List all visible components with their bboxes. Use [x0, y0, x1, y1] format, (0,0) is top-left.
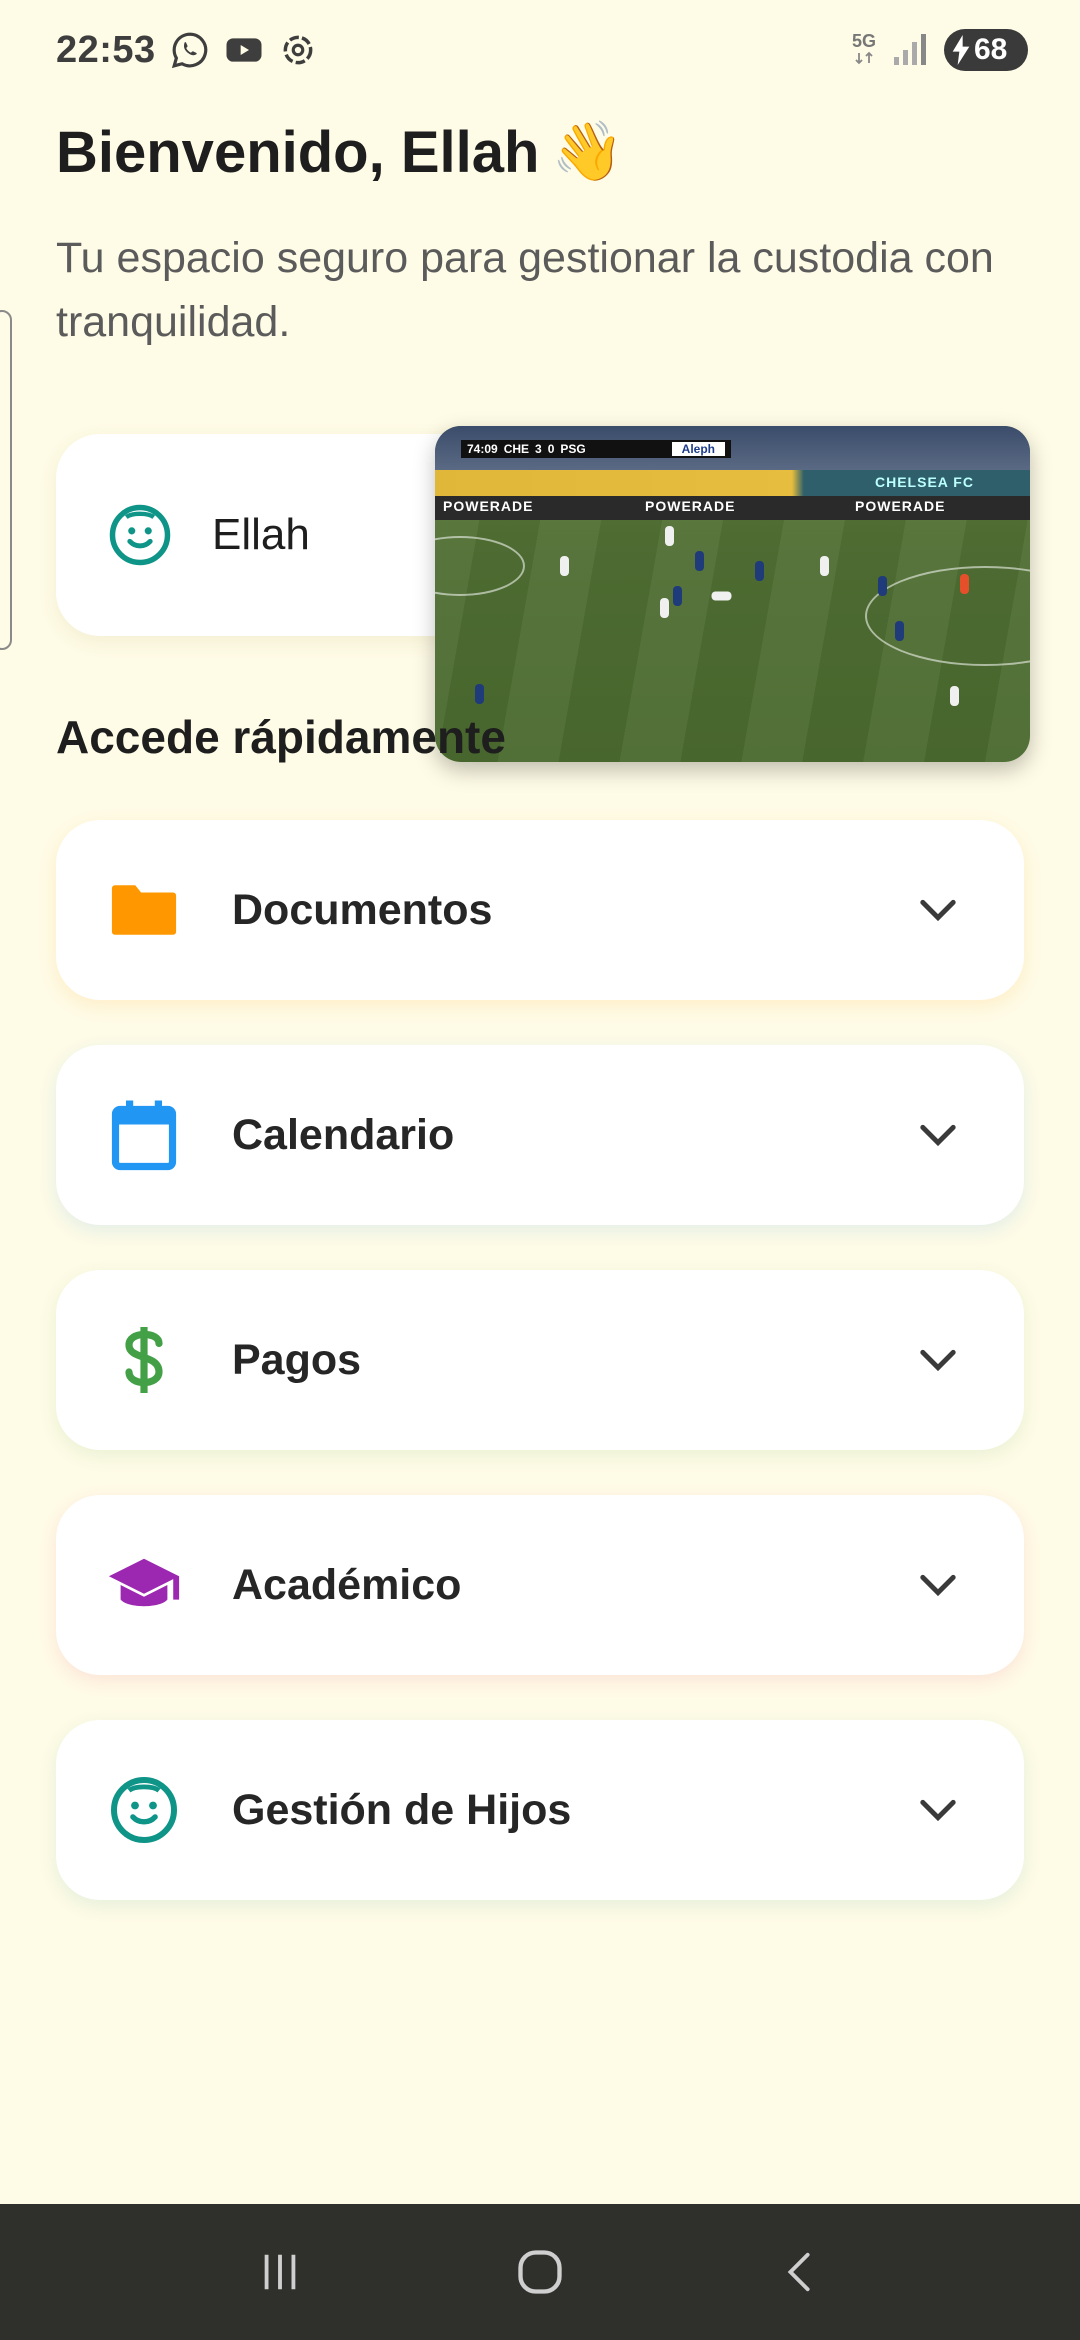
dollar-icon [106, 1322, 182, 1398]
video-scorebug: 74:09 CHE 3 0 PSG Aleph [461, 440, 731, 458]
status-right: 5G 68 [852, 29, 1028, 71]
quick-access-pagos[interactable]: Pagos [56, 1270, 1024, 1450]
section-title: Accede rápidamente [56, 711, 506, 763]
openai-icon [278, 30, 318, 70]
wave-emoji: 👋 [551, 119, 624, 184]
away-score: 0 [547, 442, 555, 456]
chevron-down-icon[interactable] [908, 1555, 968, 1615]
banner-text: CHELSEA FC [875, 474, 974, 490]
player [673, 586, 682, 606]
back-icon[interactable] [755, 2227, 845, 2317]
child-face-icon [102, 497, 178, 573]
pitch-line [435, 536, 525, 596]
quick-access-label: Gestión de Hijos [232, 1785, 572, 1834]
child-name: Ellah [212, 510, 310, 559]
player [895, 621, 904, 641]
home-icon[interactable] [495, 2227, 585, 2317]
signal-icon [890, 30, 930, 70]
quick-access-label: Calendario [232, 1110, 455, 1159]
player [560, 556, 569, 576]
quick-access-label: Documentos [232, 885, 493, 934]
board-text: POWERADE [855, 498, 946, 514]
player [475, 684, 484, 704]
status-time: 22:53 [56, 28, 156, 71]
network-type: 5G [852, 32, 876, 68]
youtube-icon [224, 30, 264, 70]
page-title: Bienvenido, Ellah 👋 [56, 118, 624, 186]
pip-video-player[interactable]: 74:09 CHE 3 0 PSG Aleph POWERADE POWERAD… [435, 426, 1030, 762]
welcome-text: Bienvenido, Ellah [56, 119, 540, 185]
home-team: CHE [503, 442, 530, 456]
network-label: 5G [851, 31, 876, 51]
player [695, 551, 704, 571]
quick-access-calendario[interactable]: Calendario [56, 1045, 1024, 1225]
quick-access-gestion-hijos[interactable]: Gestión de Hijos [56, 1720, 1024, 1900]
pitch-line [865, 566, 1030, 666]
player [960, 574, 969, 594]
player [950, 686, 959, 706]
whatsapp-icon [170, 30, 210, 70]
status-bar: 22:53 5G 68 [0, 0, 1080, 100]
board-text: POWERADE [645, 498, 736, 514]
player [820, 556, 829, 576]
graduation-cap-icon [106, 1547, 182, 1623]
player [878, 576, 887, 596]
player [665, 526, 674, 546]
match-time: 74:09 [467, 442, 498, 456]
player [755, 561, 764, 581]
calendar-icon [106, 1097, 182, 1173]
chevron-down-icon[interactable] [908, 1105, 968, 1165]
chevron-down-icon[interactable] [908, 1780, 968, 1840]
home-score: 3 [535, 442, 542, 456]
battery-level: 68 [974, 33, 1008, 66]
charging-icon [952, 35, 970, 65]
chevron-down-icon[interactable] [908, 880, 968, 940]
quick-access-label: Pagos [232, 1335, 362, 1384]
battery-indicator: 68 [944, 29, 1028, 71]
page-subtitle: Tu espacio seguro para gestionar la cust… [56, 234, 994, 346]
chevron-down-icon[interactable] [908, 1330, 968, 1390]
quick-access-documentos[interactable]: Documentos [56, 820, 1024, 1000]
sponsor-logo: Aleph [671, 442, 725, 456]
edge-panel-handle[interactable] [0, 310, 12, 650]
board-text: POWERADE [443, 498, 534, 514]
recent-apps-icon[interactable] [235, 2227, 325, 2317]
quick-access-label: Académico [232, 1560, 462, 1609]
player [711, 591, 732, 601]
player [660, 598, 669, 618]
system-nav-bar [0, 2204, 1080, 2340]
status-left: 22:53 [56, 29, 318, 72]
folder-icon [106, 872, 182, 948]
child-face-icon [106, 1772, 182, 1848]
quick-access-academico[interactable]: Académico [56, 1495, 1024, 1675]
away-team: PSG [560, 442, 586, 456]
